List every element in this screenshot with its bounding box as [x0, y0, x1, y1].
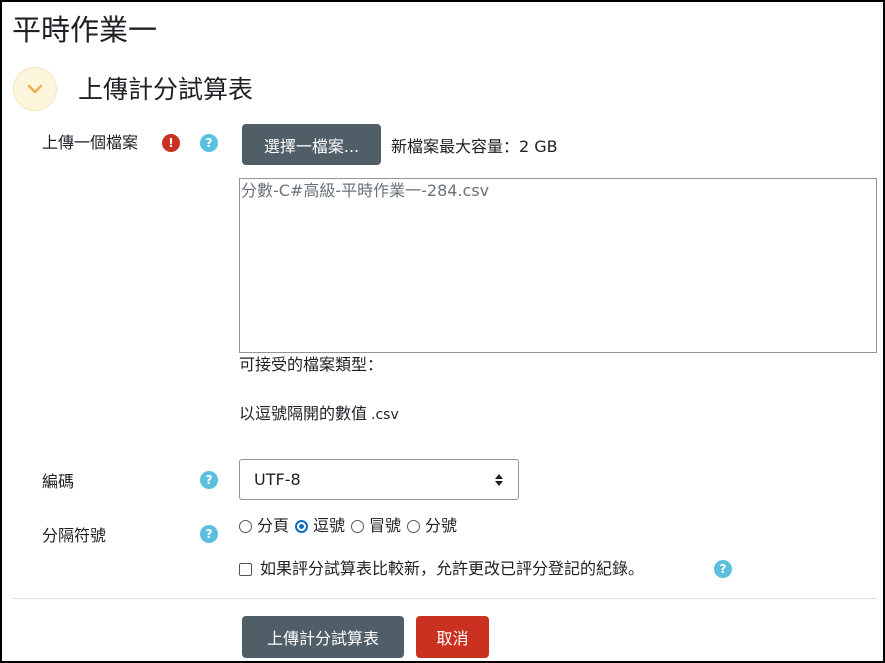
- radio-label: 分號: [425, 516, 458, 535]
- accepted-type-item: 以逗號隔開的數值 .csv: [239, 403, 399, 426]
- radio-tab[interactable]: [239, 519, 252, 533]
- divider: [12, 598, 877, 599]
- help-icon-upload[interactable]: ?: [200, 134, 218, 152]
- help-icon-override[interactable]: ?: [714, 560, 732, 578]
- separator-option-tab[interactable]: 分頁: [239, 515, 289, 537]
- upload-gradebook-button[interactable]: 上傳計分試算表: [242, 616, 404, 658]
- required-icon: !: [162, 134, 180, 152]
- page-frame: 平時作業一 上傳計分試算表 上傳一個檔案 ! ? 選擇一檔案... 新檔案最大容…: [0, 0, 885, 663]
- separator-option-semicolon[interactable]: 分號: [407, 515, 457, 537]
- section-collapse-toggle[interactable]: [14, 68, 56, 110]
- encoding-value: UTF-8: [254, 470, 301, 489]
- page-title: 平時作業一: [12, 13, 158, 47]
- radio-semicolon[interactable]: [407, 519, 421, 533]
- radio-colon[interactable]: [351, 519, 365, 533]
- sort-caret-icon: [495, 474, 503, 486]
- encoding-label: 編碼: [42, 472, 75, 491]
- radio-label: 分頁: [257, 516, 290, 535]
- max-file-size: 新檔案最大容量：2 GB: [391, 137, 558, 156]
- accepted-type-ext: .csv: [371, 407, 399, 423]
- chevron-down-icon: [27, 84, 43, 94]
- selected-file-name[interactable]: 分數-C#高級-平時作業一-284.csv: [241, 180, 489, 202]
- upload-file-label: 上傳一個檔案: [42, 133, 139, 152]
- accepted-type-name: 以逗號隔開的數值: [239, 404, 368, 423]
- override-label: 如果評分試算表比較新，允許更改已評分登記的紀錄。: [260, 559, 645, 578]
- separator-label: 分隔符號: [42, 526, 107, 545]
- encoding-select[interactable]: UTF-8: [239, 459, 519, 500]
- exclamation-glyph: !: [168, 136, 174, 150]
- radio-label: 逗號: [313, 516, 346, 535]
- override-checkbox[interactable]: [239, 562, 252, 576]
- override-checkbox-row[interactable]: 如果評分試算表比較新，允許更改已評分登記的紀錄。: [239, 558, 644, 580]
- separator-option-colon[interactable]: 冒號: [351, 515, 401, 537]
- separator-radio-group: 分頁 逗號 冒號 分號: [239, 515, 463, 537]
- file-drop-area[interactable]: 分數-C#高級-平時作業一-284.csv: [239, 178, 877, 353]
- help-icon-separator[interactable]: ?: [200, 525, 218, 543]
- radio-comma[interactable]: [295, 519, 309, 533]
- accepted-types-heading: 可接受的檔案類型：: [239, 355, 384, 374]
- section-title: 上傳計分試算表: [78, 75, 254, 104]
- cancel-button[interactable]: 取消: [416, 616, 489, 658]
- choose-file-button[interactable]: 選擇一檔案...: [242, 124, 381, 165]
- separator-option-comma[interactable]: 逗號: [295, 515, 345, 537]
- radio-label: 冒號: [369, 516, 402, 535]
- help-icon-encoding[interactable]: ?: [200, 471, 218, 489]
